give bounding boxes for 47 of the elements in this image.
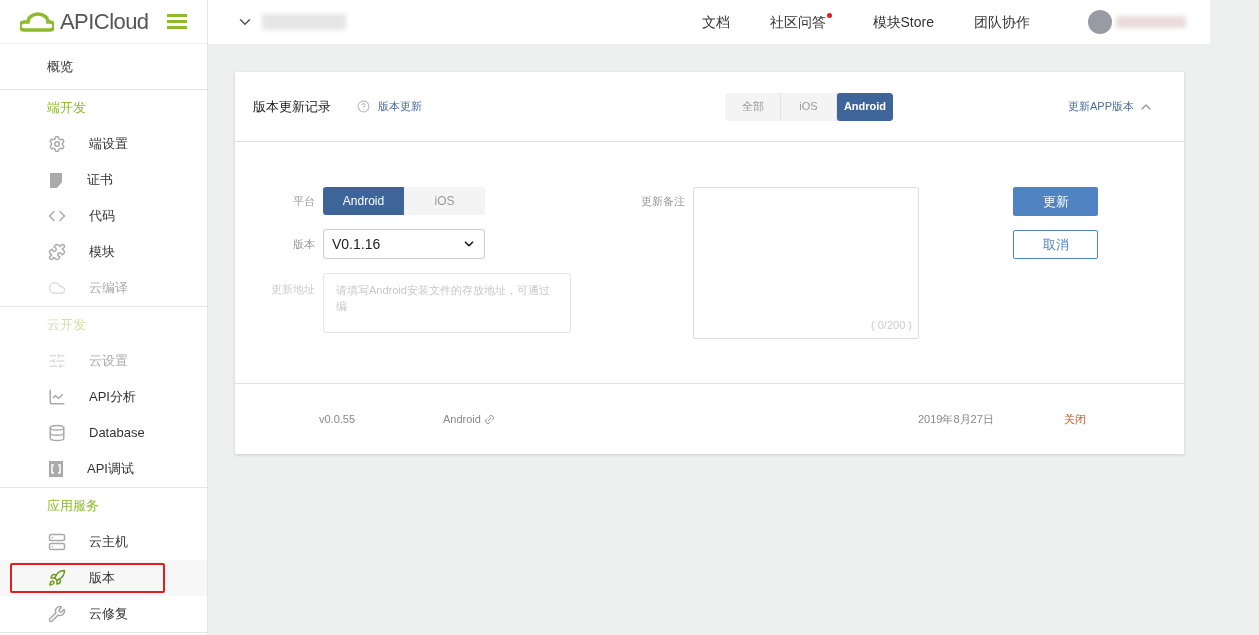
record-date: 2019年8月27日 bbox=[918, 411, 995, 427]
sliders-icon bbox=[48, 352, 66, 370]
sidebar-item[interactable]: 模块 bbox=[10, 237, 165, 267]
wrench-icon bbox=[48, 605, 66, 623]
nav-link[interactable]: 团队协作 bbox=[974, 11, 1030, 33]
field-label: 更新备注 bbox=[639, 194, 686, 209]
platform-toggle[interactable]: Android bbox=[323, 187, 404, 215]
sidebar-item[interactable]: 证书 bbox=[10, 165, 165, 195]
section-title: 云开发 bbox=[47, 316, 86, 335]
nav-link[interactable]: 模块Store bbox=[872, 11, 934, 33]
menu-icon[interactable] bbox=[167, 14, 187, 29]
avatar[interactable] bbox=[1088, 10, 1112, 34]
version-number: v0.0.55 bbox=[319, 411, 357, 427]
card-title: 版本更新记录 bbox=[253, 97, 331, 116]
close-link[interactable]: 关闭 bbox=[1064, 410, 1184, 428]
section-title: 应用服务 bbox=[47, 497, 99, 516]
version-select[interactable]: V0.1.16 bbox=[323, 229, 485, 259]
field-label: 平台 bbox=[292, 193, 316, 209]
cloud-icon bbox=[48, 279, 66, 297]
sidebar-item[interactable]: 云修复 bbox=[10, 599, 165, 629]
sidebar-item[interactable]: 云主机 bbox=[10, 527, 165, 557]
sidebar-item[interactable]: 端设置 bbox=[10, 129, 165, 159]
cloud-logo-icon bbox=[20, 11, 54, 32]
bracket-icon bbox=[48, 460, 64, 478]
sidebar-item[interactable]: 概览 bbox=[47, 56, 73, 77]
logo-text: APICloud bbox=[60, 8, 149, 36]
field-label: 版本 bbox=[292, 236, 316, 252]
nav-link[interactable]: 文档 bbox=[701, 11, 730, 33]
help-link[interactable]: 版本更新 bbox=[378, 98, 422, 115]
server-icon bbox=[48, 533, 66, 551]
platform-link[interactable]: Android bbox=[443, 410, 495, 428]
help-icon[interactable] bbox=[357, 100, 370, 113]
toggle-link[interactable]: 更新APP版本 bbox=[1068, 98, 1154, 115]
filter-tab[interactable]: Android bbox=[837, 92, 893, 121]
form-button[interactable]: 取消 bbox=[1013, 230, 1098, 259]
form-button[interactable]: 更新 bbox=[1013, 187, 1098, 216]
section-title: 端开发 bbox=[47, 99, 86, 118]
nav-link[interactable]: 社区问答 bbox=[769, 11, 833, 33]
sidebar-item-highlighted[interactable]: 版本 bbox=[10, 563, 165, 593]
puzzle-icon bbox=[48, 243, 66, 261]
gear-icon bbox=[48, 135, 66, 153]
database-icon bbox=[48, 424, 66, 442]
sidebar-item[interactable]: 代码 bbox=[10, 201, 165, 231]
document-icon bbox=[48, 171, 64, 189]
rocket-icon bbox=[48, 569, 66, 587]
blurred-user-name bbox=[1116, 16, 1186, 28]
line-chart-icon bbox=[48, 388, 66, 406]
